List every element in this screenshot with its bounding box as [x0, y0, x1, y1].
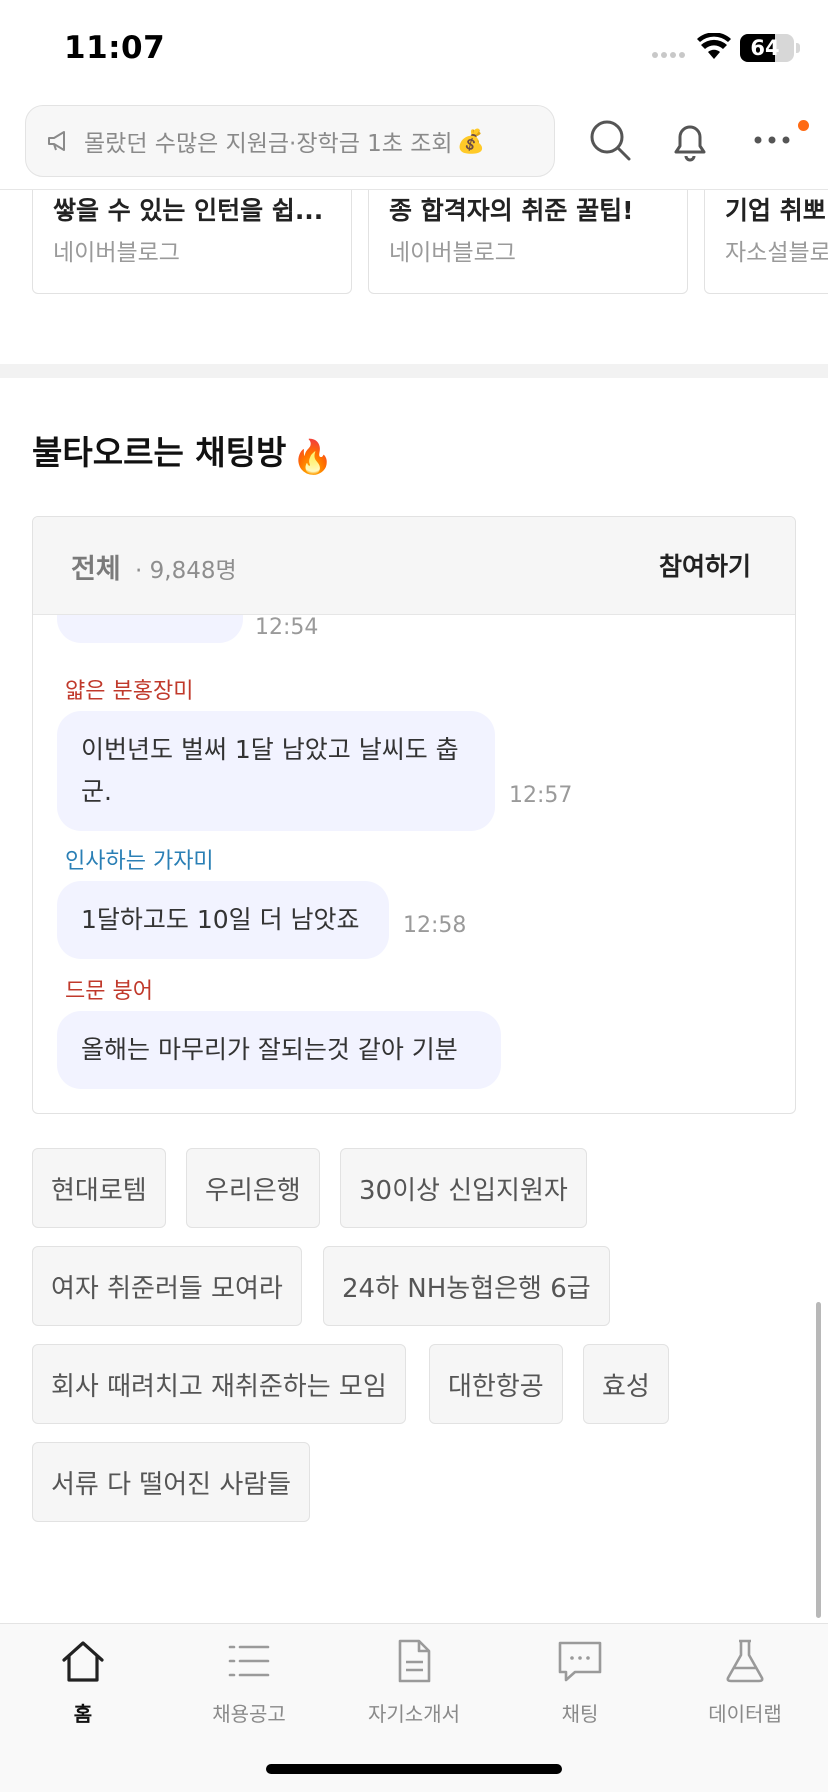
tab-label: 채팅: [561, 1702, 599, 1726]
chat-preview-box[interactable]: 전체 · 9,848명 참여하기 12:54 얇은 분홍장미 이번년도 벌써 1…: [32, 516, 796, 1114]
fire-icon: 🔥: [292, 437, 334, 476]
tab-chat[interactable]: 채팅: [497, 1624, 663, 1744]
tab-label: 자기소개서: [368, 1702, 460, 1726]
list-icon: [228, 1645, 270, 1677]
blog-card-source: 네이버블로그: [389, 240, 516, 266]
search-placeholder: 몰랐던 수많은 지원금·장학금 1초 조회: [84, 131, 453, 157]
chat-bubble: 1달하고도 10일 더 남앗죠: [57, 881, 389, 959]
blog-card[interactable]: 기업 취뽀 자소설블로: [704, 190, 828, 294]
status-time: 11:07: [64, 30, 166, 66]
battery-icon: 64: [740, 34, 794, 62]
chat-member-count: · 9,848명: [135, 558, 237, 584]
chat-icon: [558, 1641, 602, 1682]
chat-tag[interactable]: 대한항공: [429, 1344, 563, 1424]
chat-bubble: 올해는 마무리가 잘되는것 같아 기분: [57, 1011, 501, 1089]
bell-icon[interactable]: [668, 118, 712, 162]
blog-card-carousel[interactable]: 쌓을 수 있는 인턴을 쉽... 네이버블로그 종 합격자의 취준 꿀팁! 네이…: [0, 190, 828, 310]
chat-tag[interactable]: 우리은행: [186, 1148, 320, 1228]
money-bag-icon: 💰: [456, 128, 486, 155]
home-indicator: [266, 1764, 562, 1774]
home-icon: [62, 1641, 104, 1682]
blog-card-title: 기업 취뽀: [725, 196, 826, 225]
notification-dot: [798, 120, 809, 131]
section-divider: [0, 364, 828, 378]
chat-tag[interactable]: 24하 NH농협은행 6급: [323, 1246, 610, 1326]
chat-tag[interactable]: 회사 때려치고 재취준하는 모임: [32, 1344, 406, 1424]
section-title: 불타오르는 채팅방 🔥: [32, 426, 333, 477]
megaphone-icon: [48, 131, 65, 151]
flask-icon: [726, 1639, 764, 1683]
blog-card-source: 네이버블로그: [53, 240, 180, 266]
chat-filter-label[interactable]: 전체: [71, 547, 121, 586]
chat-bubble: [57, 615, 243, 643]
tab-label: 홈: [73, 1702, 93, 1726]
status-bar: 11:07 64: [0, 0, 828, 100]
blog-card[interactable]: 종 합격자의 취준 꿀팁! 네이버블로그: [368, 190, 688, 294]
chat-tag[interactable]: 효성: [583, 1344, 669, 1424]
battery-level: 64: [750, 36, 780, 60]
chat-tag[interactable]: 현대로템: [32, 1148, 166, 1228]
blog-card-title: 쌓을 수 있는 인턴을 쉽...: [53, 196, 324, 225]
chat-message-list[interactable]: 12:54 얇은 분홍장미 이번년도 벌써 1달 남았고 날씨도 춥군. 12:…: [33, 615, 795, 1113]
section-title-text: 불타오르는 채팅방: [32, 433, 287, 472]
chat-bubble: 이번년도 벌써 1달 남았고 날씨도 춥군.: [57, 711, 495, 831]
document-icon: [398, 1639, 431, 1683]
cellular-signal-icon: [652, 52, 685, 58]
tab-resume[interactable]: 자기소개서: [331, 1624, 497, 1744]
join-chat-button[interactable]: 참여하기: [659, 547, 751, 583]
wifi-icon: [697, 33, 731, 59]
tab-jobs[interactable]: 채용공고: [166, 1624, 332, 1744]
page-scrollbar[interactable]: [816, 1302, 821, 1618]
message-time: 12:57: [509, 783, 573, 808]
blog-card-title: 종 합격자의 취준 꿀팁!: [389, 196, 634, 225]
message-time: 12:54: [255, 615, 319, 640]
tab-datalab[interactable]: 데이터랩: [662, 1624, 828, 1744]
blog-card[interactable]: 쌓을 수 있는 인턴을 쉽... 네이버블로그: [32, 190, 352, 294]
chat-nickname: 드문 붕어: [65, 979, 153, 1004]
chat-preview-header: 전체 · 9,848명 참여하기: [33, 517, 795, 615]
chat-nickname: 인사하는 가자미: [65, 849, 214, 874]
tab-label: 채용공고: [212, 1702, 286, 1726]
more-icon[interactable]: [750, 118, 794, 162]
message-time: 12:58: [403, 913, 467, 938]
tab-home[interactable]: 홈: [0, 1624, 166, 1744]
chat-tag[interactable]: 30이상 신입지원자: [340, 1148, 587, 1228]
search-input[interactable]: 몰랐던 수많은 지원금·장학금 1초 조회 💰: [25, 105, 555, 177]
blog-card-source: 자소설블로: [725, 240, 828, 266]
search-icon[interactable]: [588, 118, 632, 162]
top-header: 몰랐던 수많은 지원금·장학금 1초 조회 💰: [0, 100, 828, 190]
tab-label: 데이터랩: [708, 1702, 782, 1726]
chat-tag[interactable]: 서류 다 떨어진 사람들: [32, 1442, 311, 1522]
chat-tag[interactable]: 여자 취준러들 모여라: [32, 1246, 302, 1326]
battery-tip: [796, 43, 800, 53]
chat-nickname: 얇은 분홍장미: [65, 679, 194, 704]
